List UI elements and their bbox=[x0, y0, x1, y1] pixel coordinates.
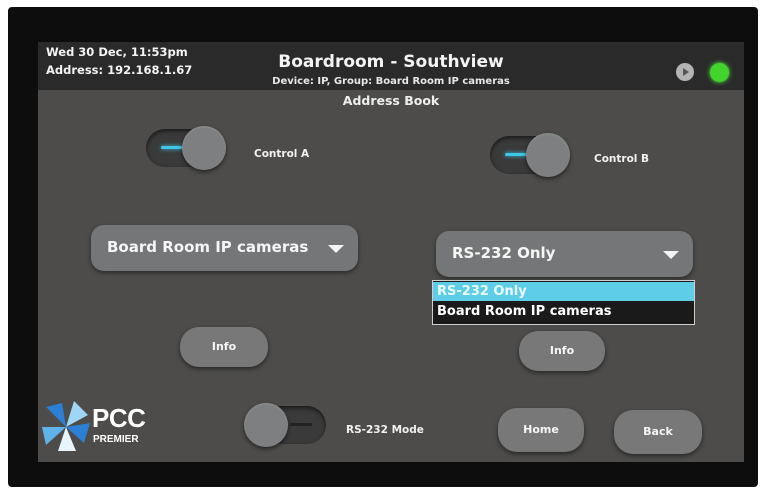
page-subtitle: Device: IP, Group: Board Room IP cameras bbox=[272, 76, 510, 87]
header-bar: Wed 30 Dec, 11:53pm Address: 192.168.1.6… bbox=[38, 42, 744, 90]
address-dropdown-b[interactable]: RS-232 Only bbox=[436, 231, 693, 277]
dropdown-a-value: Board Room IP cameras bbox=[107, 238, 309, 256]
info-a-button[interactable]: Info bbox=[180, 327, 268, 367]
toggle-knob[interactable] bbox=[182, 126, 226, 170]
toggle-knob[interactable] bbox=[526, 133, 570, 177]
page-title: Boardroom - Southview bbox=[278, 52, 504, 72]
control-a-label: Control A bbox=[254, 148, 310, 160]
address-dropdown-a[interactable]: Board Room IP cameras bbox=[91, 225, 358, 271]
control-b-toggle[interactable] bbox=[490, 133, 570, 177]
dropdown-option-rs232[interactable]: RS-232 Only bbox=[433, 282, 694, 301]
toggle-on-indicator bbox=[161, 146, 183, 149]
toggle-off-indicator bbox=[290, 423, 312, 426]
back-button[interactable]: Back bbox=[614, 410, 702, 454]
toggle-on-indicator bbox=[505, 153, 527, 156]
home-button[interactable]: Home bbox=[498, 408, 584, 452]
control-a-toggle[interactable] bbox=[146, 126, 226, 170]
pcc-logo-icon bbox=[42, 401, 90, 451]
chevron-down-icon[interactable] bbox=[328, 245, 344, 253]
control-b-label: Control B bbox=[594, 153, 650, 165]
status-indicator-icon bbox=[710, 63, 729, 82]
dropdown-b-value: RS-232 Only bbox=[452, 244, 556, 262]
touch-screen: Wed 30 Dec, 11:53pm Address: 192.168.1.6… bbox=[38, 42, 744, 462]
dropdown-option-board-room[interactable]: Board Room IP cameras bbox=[433, 302, 694, 321]
dropdown-b-options: RS-232 Only Board Room IP cameras bbox=[432, 280, 695, 325]
toggle-knob[interactable] bbox=[244, 403, 288, 447]
chevron-down-icon[interactable] bbox=[663, 251, 679, 259]
logo-text-premier: PREMIER bbox=[93, 434, 139, 445]
play-icon[interactable] bbox=[676, 63, 694, 81]
rs232-mode-toggle[interactable] bbox=[244, 403, 326, 447]
logo-text-pcc: PCC bbox=[92, 403, 146, 433]
rs232-mode-label: RS-232 Mode bbox=[346, 424, 424, 436]
section-title: Address Book bbox=[342, 93, 440, 108]
info-b-button[interactable]: Info bbox=[519, 331, 605, 371]
pcc-premier-logo: PCC PREMIER bbox=[40, 397, 160, 455]
